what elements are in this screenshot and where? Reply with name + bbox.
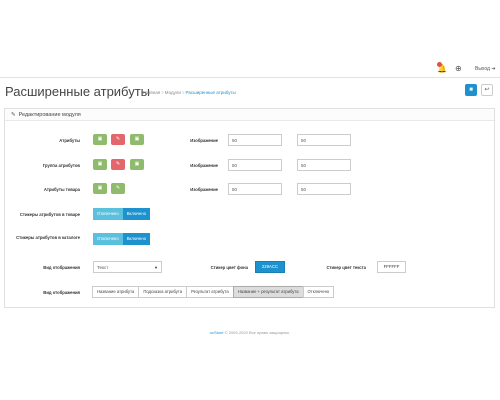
view-option-attribute-name[interactable]: Название атрибута — [92, 286, 140, 298]
product-attributes-image-label: Изображение — [190, 187, 218, 192]
sticker-product-on-button[interactable]: Включено — [122, 208, 151, 220]
footer-link[interactable]: ocStore — [210, 330, 224, 335]
attribute-group-label: Группа атрибутов — [42, 163, 80, 168]
image-icon: ▣ — [97, 185, 103, 191]
sticker-text-label: Стикер цвет текста — [326, 265, 366, 270]
attribute-group-width-input[interactable]: 50 — [228, 159, 282, 171]
attributes-image-label: Изображение — [190, 138, 218, 143]
save-icon: ■ — [469, 87, 473, 93]
attribute-group-image-label: Изображение — [190, 163, 218, 168]
top-navbar: 🔔 ⊕ Выход ➜ — [0, 61, 500, 78]
pencil-icon: ✎ — [115, 185, 121, 191]
product-attributes-edit-button[interactable]: ✎ — [111, 183, 125, 194]
view-option-attribute-hint[interactable]: Подсказка атрибута — [138, 286, 188, 298]
notification-badge — [437, 62, 442, 67]
product-attributes-width-input[interactable]: 50 — [228, 183, 282, 195]
sticker-catalog-on-button[interactable]: Включено — [122, 233, 151, 245]
view-option-attribute-result[interactable]: Результат атрибута — [186, 286, 234, 298]
image-icon: ▣ — [134, 161, 140, 167]
lifebuoy-icon[interactable]: ⊕ — [455, 64, 462, 74]
attributes-height-input[interactable]: 50 — [297, 134, 351, 146]
chevron-down-icon: ▼ — [154, 265, 158, 270]
view-display-mode-label: Вид отображения — [43, 290, 80, 295]
attributes-image-button[interactable]: ▣ — [93, 134, 107, 145]
pencil-icon: ✎ — [11, 112, 16, 118]
panel-title: Редактирование модуля — [18, 112, 81, 118]
attributes-clear-button[interactable]: ✎ — [111, 134, 125, 145]
product-attributes-height-input[interactable]: 50 — [297, 183, 351, 195]
footer: ocStore © 2009-2020 Все права защищены. — [0, 330, 500, 335]
sticker-catalog-off-button[interactable]: Отключено — [93, 233, 123, 245]
view-display-value: Текст — [97, 265, 109, 270]
sticker-bg-color-picker[interactable]: 229ACC — [255, 261, 285, 273]
product-attributes-image-button[interactable]: ▣ — [93, 183, 107, 194]
sticker-text-color-field[interactable]: FFFFFF — [377, 261, 406, 273]
attribute-group-height-input[interactable]: 50 — [297, 159, 351, 171]
image-icon: ▣ — [97, 136, 103, 142]
breadcrumb-home[interactable]: Главная — [143, 90, 160, 95]
sticker-product-label: Стикеры атрибутов в товаре — [19, 212, 80, 217]
product-attributes-label: Атрибуты товара — [43, 187, 80, 192]
attribute-group-image-button-2[interactable]: ▣ — [130, 159, 144, 170]
attributes-label: Атрибуты — [59, 138, 80, 143]
attributes-image-button-2[interactable]: ▣ — [130, 134, 144, 145]
attribute-group-image-button[interactable]: ▣ — [93, 159, 107, 170]
attribute-group-clear-button[interactable]: ✎ — [111, 159, 125, 170]
footer-text: © 2009-2020 Все права защищены. — [223, 330, 291, 335]
image-icon: ▣ — [97, 161, 103, 167]
logout-link[interactable]: Выход ➜ — [475, 66, 496, 72]
image-icon: ▣ — [134, 136, 140, 142]
sticker-bg-label: Стикер цвет фона — [210, 265, 248, 270]
sticker-product-off-button[interactable]: Отключено — [93, 208, 123, 220]
sticker-catalog-label: Стикеры атрибутов в каталоге — [16, 235, 80, 240]
panel-heading: ✎ Редактирование модуля — [5, 109, 494, 121]
breadcrumb-modules[interactable]: Модули — [165, 90, 181, 95]
sticker-catalog-toggle: Отключено Включено — [93, 233, 151, 245]
page-header: Расширенные атрибуты Главная>Модули>Расш… — [0, 82, 500, 104]
view-option-disabled[interactable]: Отключено — [302, 286, 335, 298]
reply-icon: ↩ — [484, 87, 490, 93]
view-display-mode-group: Название атрибута Подсказка атрибута Рез… — [92, 286, 335, 298]
pencil-icon: ✎ — [115, 161, 121, 167]
sticker-product-toggle: Отключено Включено — [93, 208, 151, 220]
attributes-width-input[interactable]: 50 — [228, 134, 282, 146]
view-display-select[interactable]: Текст ▼ — [93, 261, 162, 273]
logout-label: Выход — [475, 66, 490, 72]
pencil-icon: ✎ — [115, 136, 121, 142]
save-button[interactable]: ■ — [465, 84, 477, 96]
view-display-label: Вид отображения — [43, 265, 80, 270]
breadcrumb-current[interactable]: Расширенные атрибуты — [186, 90, 236, 95]
view-option-name-plus-result[interactable]: Название + результат атрибута — [232, 286, 304, 298]
page-title: Расширенные атрибуты — [5, 84, 151, 99]
back-button[interactable]: ↩ — [481, 84, 493, 96]
breadcrumb: Главная>Модули>Расширенные атрибуты — [143, 90, 236, 95]
